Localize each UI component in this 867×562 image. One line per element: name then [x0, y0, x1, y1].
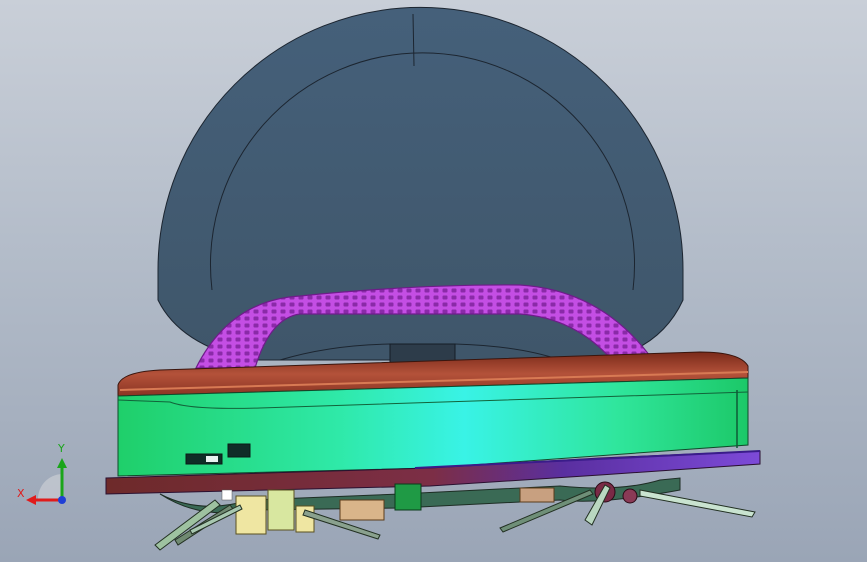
y-axis-label: Y — [58, 442, 65, 455]
x-axis-label: X — [17, 487, 25, 500]
coordinate-triad — [26, 458, 67, 505]
cad-viewport[interactable]: X Y — [0, 0, 867, 562]
z-axis-dot — [58, 496, 66, 504]
